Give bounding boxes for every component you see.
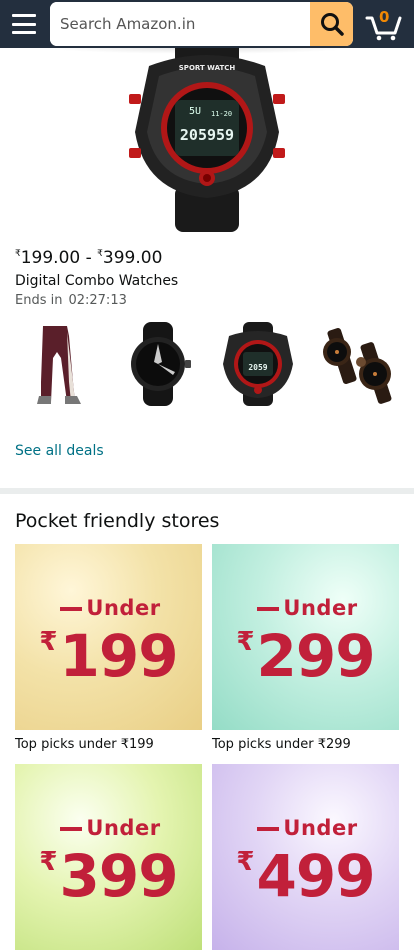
search-icon bbox=[320, 13, 344, 36]
store-banner-399: Under ₹399 bbox=[15, 764, 202, 950]
cart-count: 0 bbox=[379, 8, 390, 26]
deal-price-range: ₹199.00 - ₹399.00 bbox=[15, 248, 162, 268]
thumbnail-combo-watches[interactable] bbox=[315, 322, 401, 406]
see-all-deals-link[interactable]: See all deals bbox=[15, 443, 104, 459]
banner-under-text: Under bbox=[15, 596, 202, 620]
svg-text:SPORT WATCH: SPORT WATCH bbox=[179, 64, 236, 72]
section-title: Pocket friendly stores bbox=[15, 510, 220, 532]
svg-text:5U: 5U bbox=[189, 106, 201, 117]
ends-time: 02:27:13 bbox=[68, 293, 127, 308]
store-banner-499: Under ₹499 bbox=[212, 764, 399, 950]
menu-icon[interactable] bbox=[12, 13, 36, 35]
store-banner-299: Under ₹299 bbox=[212, 544, 399, 730]
banner-under-text: Under bbox=[212, 596, 399, 620]
price-separator: - bbox=[85, 248, 92, 268]
banner-amount: ₹299 bbox=[236, 622, 375, 690]
ends-label: Ends in bbox=[15, 293, 63, 308]
cart-button[interactable]: 0 bbox=[364, 6, 404, 42]
store-tile-499[interactable]: Under ₹499 bbox=[212, 764, 399, 950]
deal-countdown: Ends in 02:27:13 bbox=[15, 293, 127, 308]
store-tile-399[interactable]: Under ₹399 bbox=[15, 764, 202, 950]
search-bar bbox=[50, 2, 353, 46]
banner-amount: ₹499 bbox=[236, 842, 375, 910]
deal-thumbnails: 2059 bbox=[15, 322, 414, 406]
svg-text:205959: 205959 bbox=[180, 126, 234, 144]
store-banner-199: Under ₹199 bbox=[15, 544, 202, 730]
banner-amount: ₹399 bbox=[39, 842, 178, 910]
banner-amount: ₹199 bbox=[39, 622, 178, 690]
thumbnail-red-sport-watch[interactable]: 2059 bbox=[215, 322, 301, 406]
svg-text:2059: 2059 bbox=[248, 363, 267, 372]
top-nav-bar: 0 bbox=[0, 0, 414, 48]
search-input[interactable] bbox=[50, 2, 310, 46]
section-divider bbox=[0, 488, 414, 494]
thumbnail-black-watch[interactable] bbox=[115, 322, 201, 406]
banner-under-text: Under bbox=[15, 816, 202, 840]
deal-title[interactable]: Digital Combo Watches bbox=[15, 273, 178, 289]
price-high: 399.00 bbox=[102, 248, 163, 268]
store-tile-199[interactable]: Under ₹199 Top picks under ₹199 bbox=[15, 544, 202, 752]
banner-under-text: Under bbox=[212, 816, 399, 840]
svg-text:11-20: 11-20 bbox=[211, 110, 232, 118]
store-caption: Top picks under ₹199 bbox=[15, 737, 154, 752]
thumbnail-leggings[interactable] bbox=[15, 322, 101, 406]
store-caption: Top picks under ₹299 bbox=[212, 737, 351, 752]
search-button[interactable] bbox=[310, 2, 353, 46]
deal-product-image[interactable]: 5U 11-20 205959 SPORT WATCH bbox=[129, 36, 285, 232]
price-low: 199.00 bbox=[20, 248, 81, 268]
store-tile-299[interactable]: Under ₹299 Top picks under ₹299 bbox=[212, 544, 399, 752]
